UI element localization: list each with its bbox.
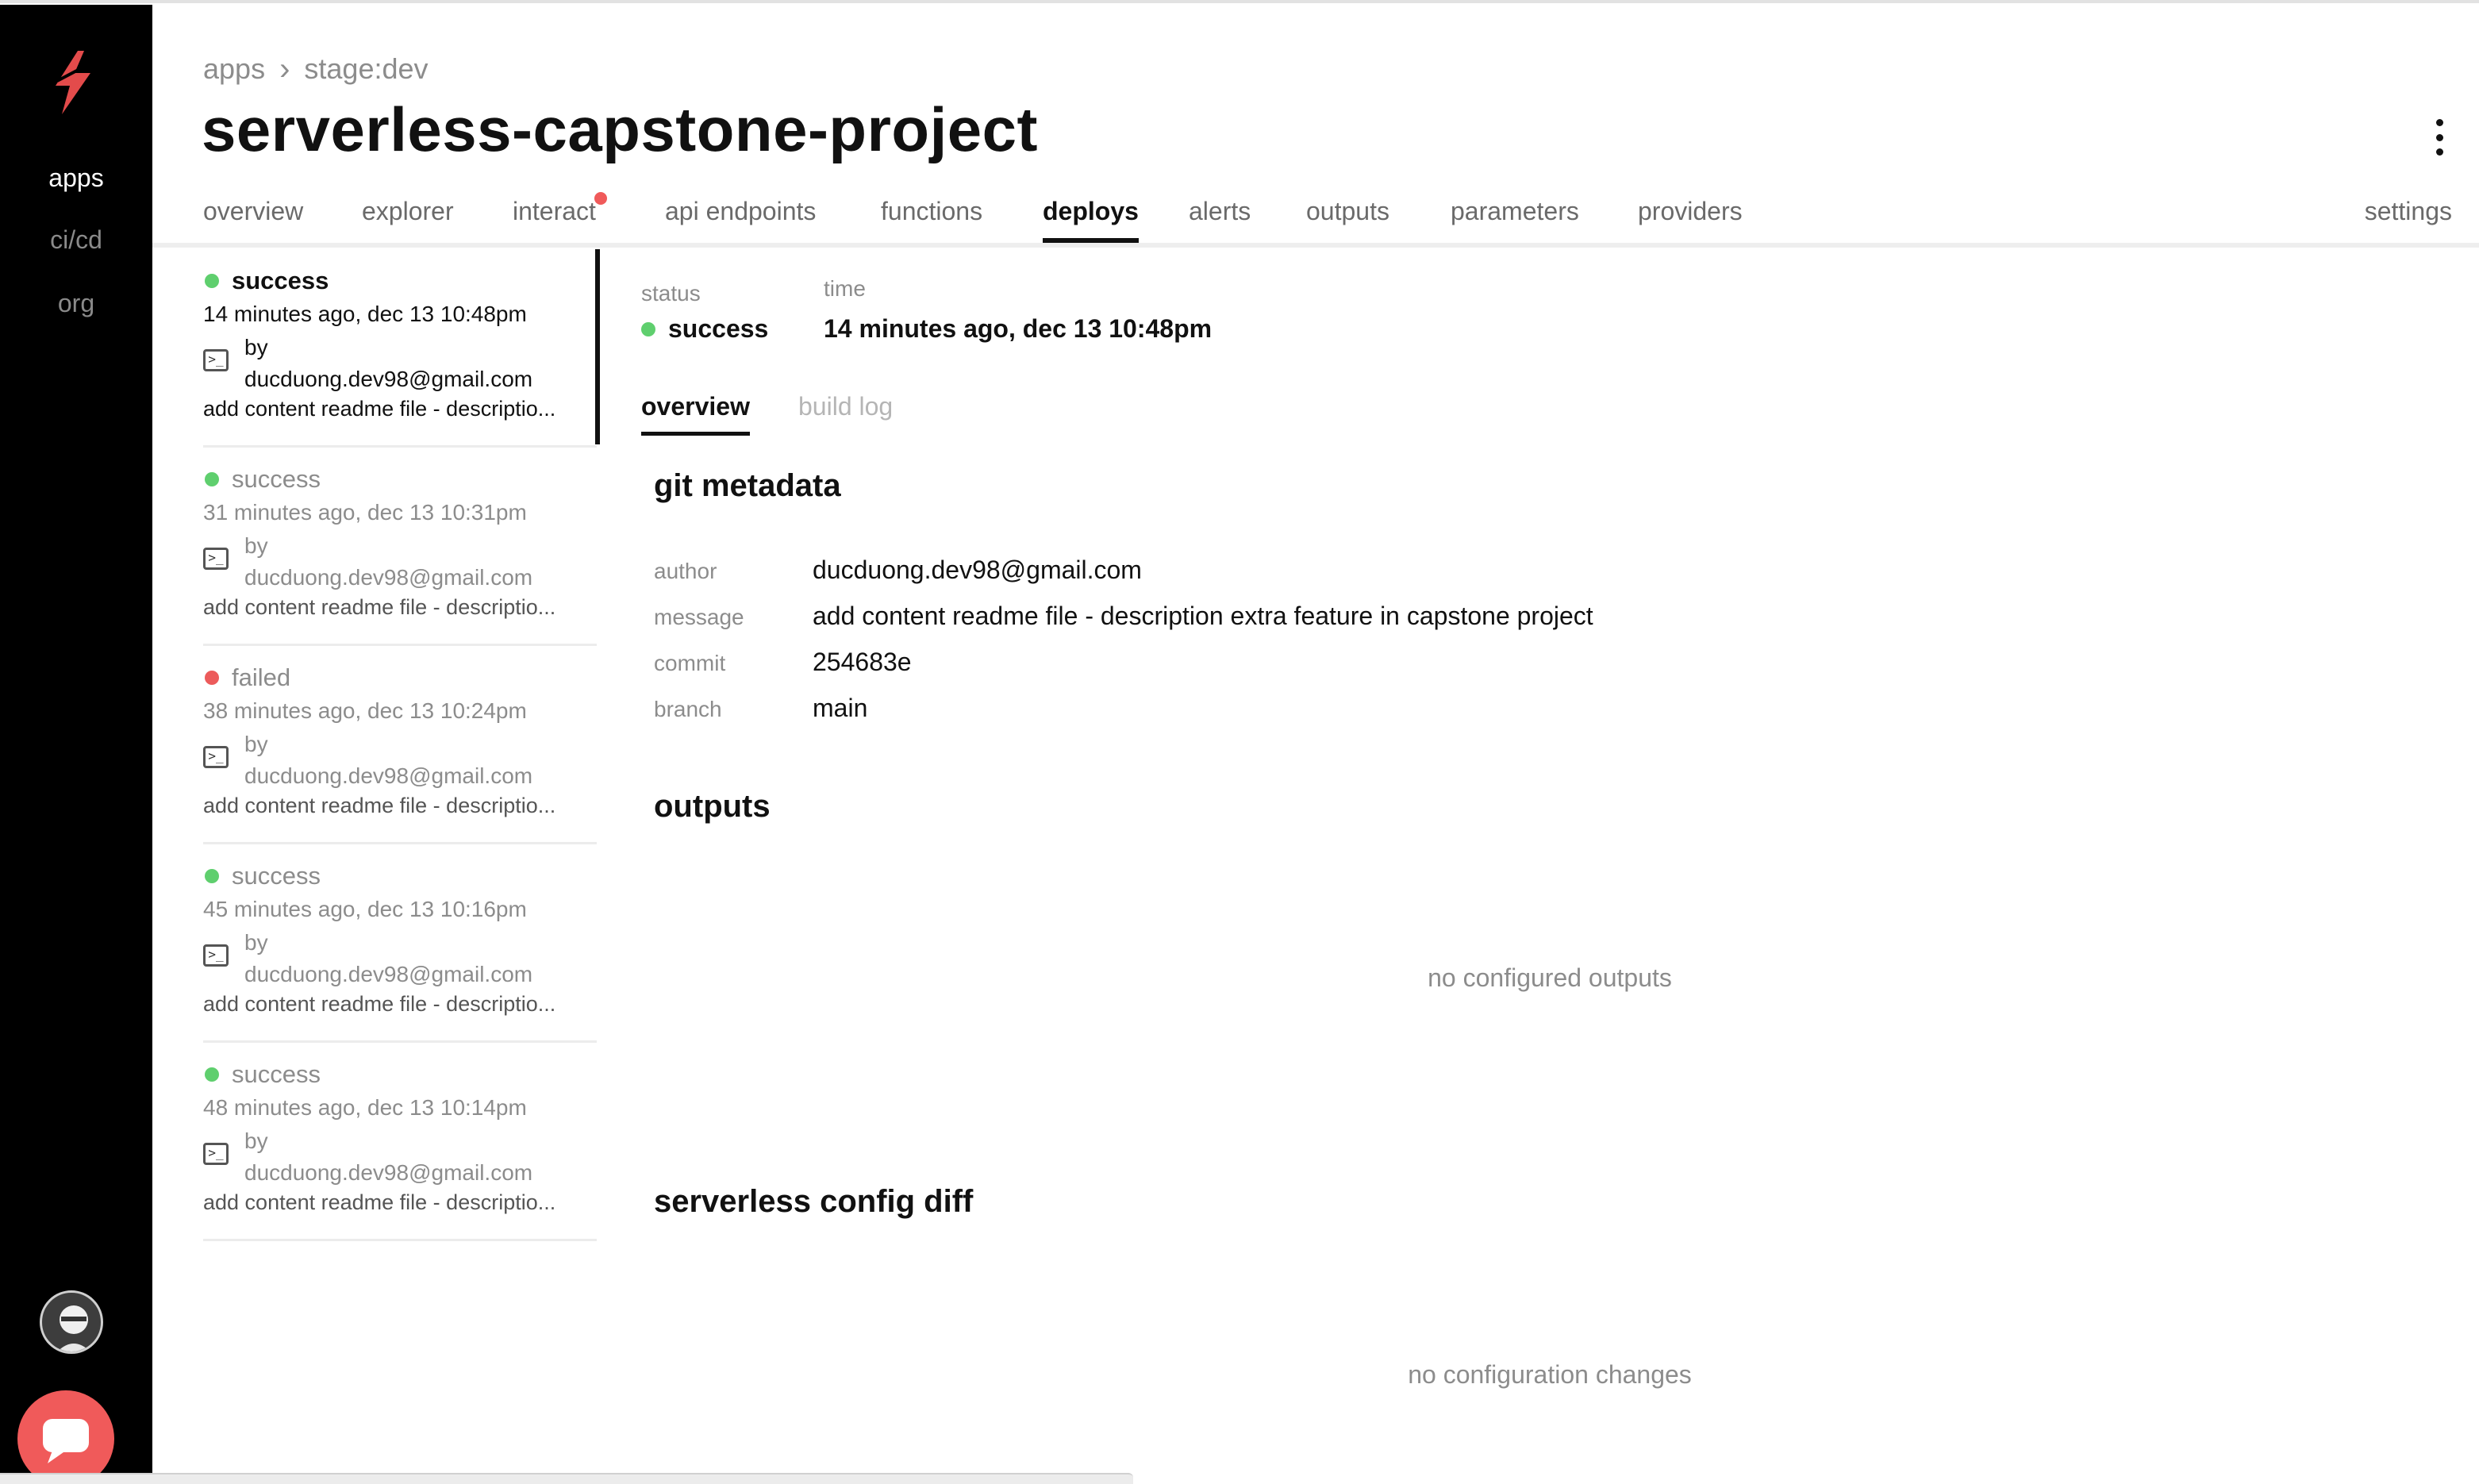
deploy-message: add content readme file - descriptio... — [203, 595, 556, 619]
time-label: time — [824, 276, 866, 301]
tab-api-endpoints[interactable]: api endpoints — [665, 197, 816, 226]
status-value: success — [641, 314, 768, 344]
outputs-heading: outputs — [654, 789, 771, 824]
deploy-status-label: failed — [232, 663, 291, 691]
deploy-message: add content readme file - descriptio... — [203, 397, 556, 421]
config-diff-heading: serverless config diff — [654, 1184, 974, 1219]
subtab-build-log[interactable]: build log — [798, 392, 893, 421]
deploy-status: success — [203, 860, 597, 892]
user-avatar[interactable] — [40, 1290, 103, 1354]
deploy-time: 38 minutes ago, dec 13 10:24pm — [203, 698, 527, 723]
git-author-value: ducduong.dev98@gmail.com — [813, 556, 1142, 584]
terminal-icon: >_ — [203, 349, 229, 371]
git-metadata-heading: git metadata — [654, 468, 841, 503]
deploy-author: by ducduong.dev98@gmail.com — [244, 732, 533, 788]
deploy-status: success — [203, 1059, 597, 1090]
terminal-icon: >_ — [203, 1143, 229, 1165]
git-message-value: add content readme file - description ex… — [813, 602, 1593, 630]
deploy-author: by ducduong.dev98@gmail.com — [244, 1128, 533, 1185]
status-dot-icon — [205, 274, 219, 288]
tab-providers[interactable]: providers — [1638, 197, 1743, 226]
terminal-icon: >_ — [203, 548, 229, 570]
deploy-item[interactable]: success 48 minutes ago, dec 13 10:14pm >… — [203, 1043, 597, 1241]
terminal-icon: >_ — [203, 746, 229, 768]
chevron-right-icon: › — [279, 52, 290, 87]
tab-functions[interactable]: functions — [881, 197, 982, 226]
deploy-detail: status success time 14 minutes ago, dec … — [641, 270, 2458, 1460]
deploy-status: success — [203, 265, 597, 297]
settings-link[interactable]: settings — [2365, 197, 2452, 226]
deploy-status-label: success — [232, 1060, 321, 1088]
git-branch-value: main — [813, 694, 868, 722]
time-value: 14 minutes ago, dec 13 10:48pm — [824, 314, 1213, 343]
deploy-status: success — [203, 463, 597, 495]
tab-parameters[interactable]: parameters — [1451, 197, 1579, 226]
deploy-list: success 14 minutes ago, dec 13 10:48pm >… — [203, 249, 600, 1241]
deploy-item[interactable]: failed 38 minutes ago, dec 13 10:24pm >_… — [203, 646, 597, 844]
deploy-item[interactable]: success 31 minutes ago, dec 13 10:31pm >… — [203, 448, 597, 646]
deploy-author: by ducduong.dev98@gmail.com — [244, 335, 533, 391]
tab-interact-label: interact — [513, 197, 596, 225]
status-dot-icon — [205, 671, 219, 685]
deploy-status-label: success — [232, 267, 329, 294]
deploy-author: by ducduong.dev98@gmail.com — [244, 533, 533, 590]
tab-deploys[interactable]: deploys — [1043, 197, 1139, 243]
status-label: status — [641, 281, 701, 306]
breadcrumb-stage[interactable]: stage:dev — [304, 52, 428, 86]
deploy-item[interactable]: success 14 minutes ago, dec 13 10:48pm >… — [203, 249, 600, 448]
status-dot-icon — [205, 869, 219, 883]
deploy-author: by ducduong.dev98@gmail.com — [244, 930, 533, 986]
notification-dot — [594, 192, 607, 205]
deploy-time: 14 minutes ago, dec 13 10:48pm — [203, 302, 527, 326]
tab-outputs[interactable]: outputs — [1306, 197, 1389, 226]
tabs-divider — [152, 243, 2479, 248]
deploy-time: 31 minutes ago, dec 13 10:31pm — [203, 500, 527, 525]
status-dot-icon — [641, 321, 655, 336]
git-message-key: message — [654, 605, 744, 629]
serverless-logo-icon[interactable] — [46, 49, 98, 116]
avatar-face-icon — [57, 1305, 90, 1351]
chat-support-button[interactable] — [17, 1390, 114, 1484]
git-commit-value: 254683e — [813, 648, 912, 676]
chat-bubble-icon — [43, 1419, 89, 1463]
deploy-message: add content readme file - descriptio... — [203, 1190, 556, 1214]
git-commit-key: commit — [654, 651, 726, 675]
tab-interact[interactable]: interact — [513, 192, 607, 226]
deploy-status-label: success — [232, 862, 321, 890]
status-dot-icon — [205, 1067, 219, 1082]
left-rail: apps ci/cd org — [0, 5, 152, 1484]
top-border — [0, 0, 2479, 3]
git-author-key: author — [654, 559, 717, 583]
deploy-time: 45 minutes ago, dec 13 10:16pm — [203, 897, 527, 921]
status-dot-icon — [205, 472, 219, 486]
tab-explorer[interactable]: explorer — [362, 197, 454, 226]
deploy-status-label: success — [232, 465, 321, 493]
deploy-item[interactable]: success 45 minutes ago, dec 13 10:16pm >… — [203, 844, 597, 1043]
deploy-status: failed — [203, 662, 597, 694]
deploy-message: add content readme file - descriptio... — [203, 992, 556, 1016]
deploy-time: 48 minutes ago, dec 13 10:14pm — [203, 1095, 527, 1120]
breadcrumb: apps › stage:dev — [203, 52, 429, 86]
more-options-icon[interactable] — [2430, 119, 2449, 156]
outputs-empty-state: no configured outputs — [1428, 963, 1672, 992]
config-diff-empty-state: no configuration changes — [1408, 1360, 1692, 1389]
breadcrumb-apps[interactable]: apps — [203, 52, 265, 86]
tab-overview[interactable]: overview — [203, 197, 303, 226]
horizontal-scrollbar[interactable] — [0, 1473, 1133, 1484]
rail-item-org[interactable]: org — [0, 289, 152, 318]
rail-item-apps[interactable]: apps — [0, 163, 152, 193]
status-value-text: success — [668, 314, 769, 343]
subtab-overview[interactable]: overview — [641, 392, 750, 436]
tab-alerts[interactable]: alerts — [1189, 197, 1251, 226]
terminal-icon: >_ — [203, 944, 229, 967]
deploy-message: add content readme file - descriptio... — [203, 794, 556, 817]
rail-item-cicd[interactable]: ci/cd — [0, 225, 152, 255]
git-branch-key: branch — [654, 697, 722, 721]
page-title: serverless-capstone-project — [202, 94, 1038, 164]
